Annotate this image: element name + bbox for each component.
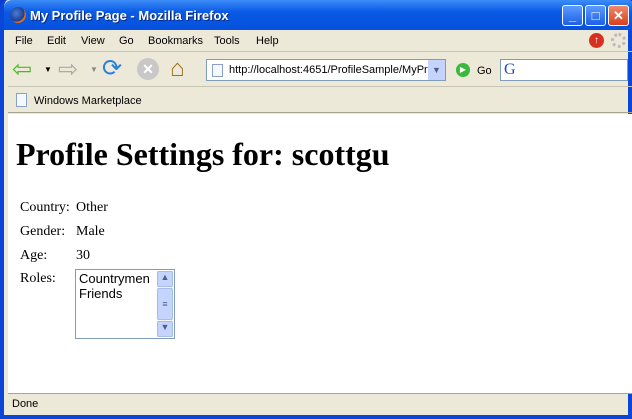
reload-button[interactable]: ⟳ bbox=[102, 57, 122, 81]
page-icon bbox=[212, 64, 223, 77]
go-icon[interactable]: ▶ bbox=[456, 63, 470, 77]
scroll-down-icon[interactable]: ▼ bbox=[157, 321, 173, 337]
update-alert-icon[interactable]: ↑ bbox=[589, 33, 604, 48]
url-dropdown-icon[interactable]: ▼ bbox=[428, 60, 445, 80]
window-title: My Profile Page - Mozilla Firefox bbox=[30, 8, 229, 23]
menu-tools[interactable]: Tools bbox=[214, 35, 240, 47]
throbber-icon bbox=[611, 33, 626, 48]
close-button[interactable]: ✕ bbox=[608, 5, 629, 26]
title-bar: My Profile Page - Mozilla Firefox _ □ ✕ bbox=[4, 0, 632, 30]
roles-listbox[interactable]: Countrymen Friends ▲ ≡ ▼ bbox=[75, 269, 175, 339]
home-button[interactable]: ⌂ bbox=[170, 56, 185, 82]
stop-button[interactable]: ✕ bbox=[137, 58, 159, 80]
field-value: 30 bbox=[76, 248, 90, 263]
menu-file[interactable]: File bbox=[15, 35, 33, 47]
scroll-up-icon[interactable]: ▲ bbox=[157, 271, 173, 287]
field-value: Male bbox=[76, 224, 105, 239]
field-label: Country: bbox=[20, 200, 70, 215]
country-row: Country: Other bbox=[20, 200, 108, 216]
status-bar: Done bbox=[8, 393, 632, 415]
forward-dropdown-icon[interactable]: ▼ bbox=[90, 65, 98, 74]
listbox-scrollbar[interactable]: ▲ ≡ ▼ bbox=[157, 271, 173, 337]
menu-edit[interactable]: Edit bbox=[47, 35, 66, 47]
menu-go[interactable]: Go bbox=[119, 35, 134, 47]
field-label: Age: bbox=[20, 248, 48, 263]
navigation-toolbar: ⇦ ▼ ⇨ ▼ ⟳ ✕ ⌂ http://localhost:4651/Prof… bbox=[8, 53, 632, 87]
firefox-logo-icon bbox=[10, 7, 26, 23]
field-label: Gender: bbox=[20, 224, 66, 239]
back-dropdown-icon[interactable]: ▼ bbox=[44, 65, 52, 74]
gender-row: Gender: Male bbox=[20, 224, 105, 240]
age-row: Age: 30 bbox=[20, 248, 90, 264]
menu-help[interactable]: Help bbox=[256, 35, 279, 47]
page-title: Profile Settings for: scottgu bbox=[16, 136, 390, 172]
search-input[interactable]: G bbox=[500, 59, 628, 81]
roles-label: Roles: bbox=[20, 271, 56, 286]
bookmark-windows-marketplace[interactable]: Windows Marketplace bbox=[34, 95, 142, 107]
field-value: Other bbox=[76, 200, 108, 215]
go-button[interactable]: Go bbox=[477, 65, 492, 77]
forward-button[interactable]: ⇨ bbox=[58, 58, 78, 82]
minimize-button[interactable]: _ bbox=[562, 5, 583, 26]
google-search-engine-icon[interactable]: G bbox=[504, 61, 516, 79]
url-input[interactable]: http://localhost:4651/ProfileSample/MyPr… bbox=[206, 59, 446, 81]
menu-bookmarks[interactable]: Bookmarks bbox=[148, 35, 203, 47]
bookmarks-toolbar: Windows Marketplace bbox=[8, 88, 632, 113]
maximize-button[interactable]: □ bbox=[585, 5, 606, 26]
back-button[interactable]: ⇦ bbox=[12, 58, 32, 82]
browser-window: My Profile Page - Mozilla Firefox _ □ ✕ … bbox=[0, 0, 632, 419]
menu-bar: File Edit View Go Bookmarks Tools Help ↑ bbox=[8, 30, 632, 52]
page-content: Profile Settings for: scottgu Country: Ot… bbox=[8, 114, 632, 393]
status-text: Done bbox=[12, 398, 39, 410]
bookmark-page-icon bbox=[16, 93, 27, 107]
menu-view[interactable]: View bbox=[81, 35, 105, 47]
scroll-thumb[interactable]: ≡ bbox=[157, 288, 173, 320]
url-text: http://localhost:4651/ProfileSample/MyPr bbox=[229, 64, 428, 76]
